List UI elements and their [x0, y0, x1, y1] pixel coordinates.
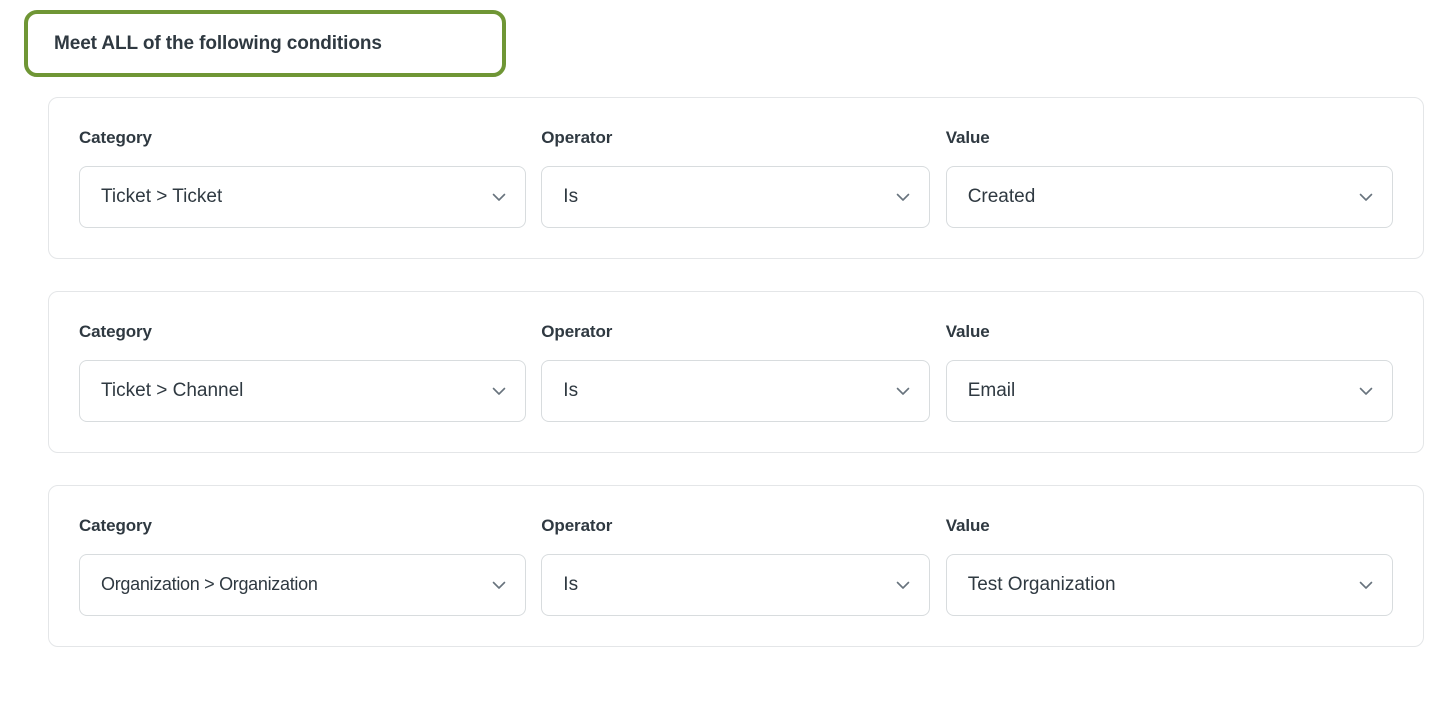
category-field: Category Organization > Organization: [79, 516, 527, 616]
operator-select[interactable]: Is: [541, 360, 930, 422]
category-select-value: Organization > Organization: [101, 574, 318, 595]
condition-card: Category Organization > Organization Ope…: [48, 485, 1424, 647]
operator-select-value: Is: [563, 379, 579, 401]
condition-field-row: Category Ticket > Channel Operator Is Va…: [79, 322, 1393, 422]
value-select[interactable]: Email: [945, 360, 1393, 422]
condition-field-row: Category Organization > Organization Ope…: [79, 516, 1393, 616]
category-select-value: Ticket > Ticket: [101, 185, 223, 207]
condition-card: Category Ticket > Channel Operator Is Va…: [48, 291, 1424, 453]
value-select[interactable]: Created: [945, 166, 1393, 228]
operator-label: Operator: [541, 128, 613, 147]
value-label: Value: [945, 128, 990, 147]
operator-field: Operator Is: [541, 128, 930, 228]
condition-field-row: Category Ticket > Ticket Operator Is Val…: [79, 128, 1393, 228]
value-select[interactable]: Test Organization: [945, 554, 1393, 616]
page-title: Meet ALL of the following conditions: [54, 33, 382, 54]
category-field: Category Ticket > Ticket: [79, 128, 527, 228]
conditions-list: Category Ticket > Ticket Operator Is Val…: [48, 97, 1424, 647]
chevron-down-icon: [1356, 187, 1376, 207]
conditions-builder-page: Meet ALL of the following conditions Cat…: [0, 0, 1452, 720]
operator-select[interactable]: Is: [541, 166, 930, 228]
chevron-down-icon: [893, 575, 913, 595]
category-select[interactable]: Ticket > Ticket: [79, 166, 527, 228]
operator-label: Operator: [541, 516, 613, 535]
operator-field: Operator Is: [541, 516, 930, 616]
value-select-value: Email: [967, 379, 1016, 401]
operator-select[interactable]: Is: [541, 554, 930, 616]
chevron-down-icon: [489, 381, 509, 401]
category-label: Category: [79, 128, 152, 147]
category-label: Category: [79, 322, 152, 341]
value-field: Value Created: [945, 128, 1393, 228]
value-field: Value Test Organization: [945, 516, 1393, 616]
chevron-down-icon: [1356, 381, 1376, 401]
conditions-header-highlight: Meet ALL of the following conditions: [24, 10, 506, 77]
chevron-down-icon: [893, 381, 913, 401]
operator-label: Operator: [541, 322, 613, 341]
operator-select-value: Is: [563, 185, 579, 207]
operator-field: Operator Is: [541, 322, 930, 422]
chevron-down-icon: [489, 187, 509, 207]
chevron-down-icon: [489, 575, 509, 595]
category-select[interactable]: Organization > Organization: [79, 554, 527, 616]
condition-card: Category Ticket > Ticket Operator Is Val…: [48, 97, 1424, 259]
value-label: Value: [945, 322, 990, 341]
value-select-value: Test Organization: [967, 573, 1116, 595]
category-field: Category Ticket > Channel: [79, 322, 527, 422]
chevron-down-icon: [893, 187, 913, 207]
category-select-value: Ticket > Channel: [101, 379, 244, 401]
value-select-value: Created: [967, 185, 1036, 207]
chevron-down-icon: [1356, 575, 1376, 595]
category-label: Category: [79, 516, 152, 535]
category-select[interactable]: Ticket > Channel: [79, 360, 527, 422]
value-field: Value Email: [945, 322, 1393, 422]
value-label: Value: [945, 516, 990, 535]
operator-select-value: Is: [563, 573, 579, 595]
